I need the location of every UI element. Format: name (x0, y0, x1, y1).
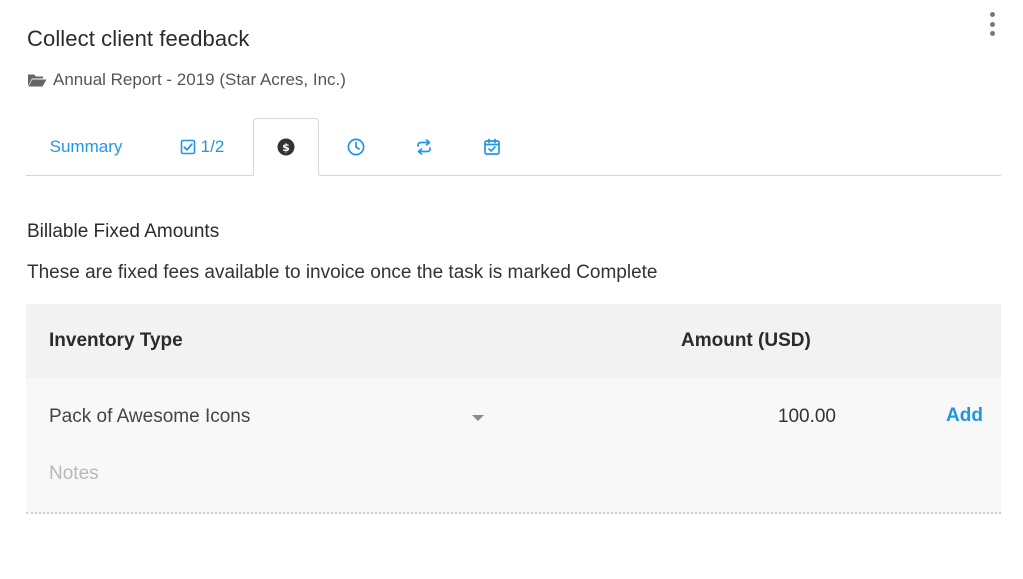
calendar-check-icon (483, 138, 501, 156)
repeat-icon (415, 138, 433, 156)
tab-summary-label: Summary (49, 137, 123, 156)
page-title: Collect client feedback (27, 26, 250, 51)
inventory-type-select[interactable]: Pack of Awesome Icons (49, 406, 250, 428)
table-row: Pack of Awesome Icons 100.00 Add Notes (26, 378, 1001, 514)
chevron-down-icon[interactable] (472, 415, 484, 421)
notes-input[interactable]: Notes (49, 463, 99, 485)
section-title: Billable Fixed Amounts (27, 221, 220, 242)
amount-input[interactable]: 100.00 (706, 406, 836, 428)
tab-billing[interactable]: $ (253, 118, 319, 176)
breadcrumb[interactable]: Annual Report - 2019 (Star Acres, Inc.) (27, 70, 346, 90)
clock-icon (347, 138, 365, 156)
tab-time-tracking[interactable] (334, 118, 378, 176)
folder-open-icon (27, 72, 47, 88)
table-header: Inventory Type Amount (USD) (26, 304, 1001, 378)
tab-due-date[interactable] (470, 118, 514, 176)
more-vertical-icon[interactable] (984, 10, 1000, 38)
billable-amounts-table: Inventory Type Amount (USD) Pack of Awes… (26, 304, 1001, 514)
tab-checklist-count: 1/2 (200, 137, 225, 156)
breadcrumb-project-link[interactable]: Annual Report - 2019 (Star Acres, Inc.) (53, 70, 346, 90)
tab-summary[interactable]: Summary (36, 118, 136, 176)
add-button[interactable]: Add (946, 405, 983, 427)
column-header-amount: Amount (USD) (681, 330, 811, 351)
column-header-inventory-type: Inventory Type (49, 330, 183, 351)
svg-text:$: $ (282, 141, 290, 154)
task-tabs: Summary 1/2 $ (26, 118, 1001, 176)
section-description: These are fixed fees available to invoic… (27, 262, 658, 283)
tab-checklist[interactable]: 1/2 (172, 118, 232, 176)
checkbox-icon (180, 139, 196, 155)
dollar-circle-icon: $ (277, 138, 295, 156)
tab-recurring[interactable] (402, 118, 446, 176)
